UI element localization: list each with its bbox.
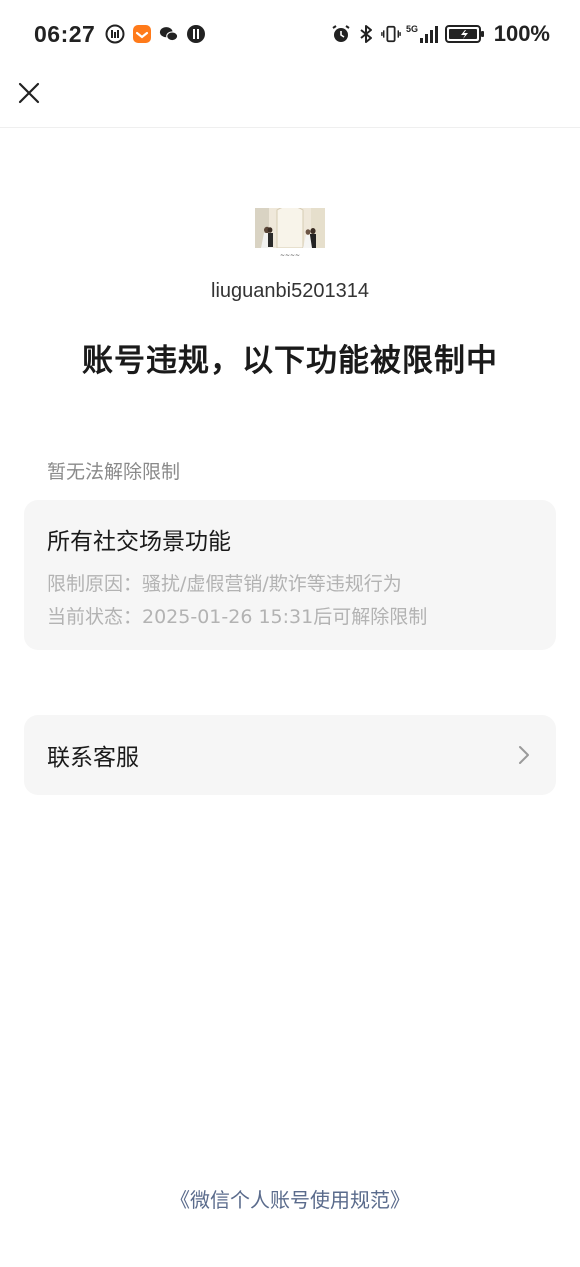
battery-icon xyxy=(444,24,485,44)
svg-text:~~~~: ~~~~ xyxy=(280,252,300,259)
wechat-icon xyxy=(159,24,179,44)
alarm-icon xyxy=(331,24,351,44)
avatar: ~~~~ xyxy=(255,208,325,260)
data-saver-icon xyxy=(105,24,125,44)
restriction-title: 所有社交场景功能 xyxy=(47,529,231,555)
nav-bar xyxy=(0,68,580,128)
svg-text:5G: 5G xyxy=(406,24,418,34)
close-icon xyxy=(18,82,40,104)
restriction-status: 当前状态：2025-01-26 15:31后可解除限制 xyxy=(47,606,428,628)
taobao-icon xyxy=(132,24,152,44)
status-bar-left: 06:27 xyxy=(34,21,213,48)
section-label: 暂无法解除限制 xyxy=(47,461,181,483)
restriction-card: 所有社交场景功能 限制原因：骚扰/虚假营销/欺诈等违规行为 当前状态：2025-… xyxy=(24,500,556,650)
contact-service-button[interactable]: 联系客服 xyxy=(24,715,556,795)
restriction-reason: 限制原因：骚扰/虚假营销/欺诈等违规行为 xyxy=(47,573,402,595)
status-bar-right: 5G 100% xyxy=(331,21,550,47)
username: liuguanbi5201314 xyxy=(211,280,369,302)
chevron-right-icon xyxy=(517,744,533,766)
contact-service-label: 联系客服 xyxy=(47,745,139,771)
signal-5g-icon: 5G xyxy=(406,24,440,44)
status-time: 06:27 xyxy=(34,20,96,47)
account-usage-policy-link[interactable]: 《微信个人账号使用规范》 xyxy=(0,1184,580,1213)
page-title: 账号违规，以下功能被限制中 xyxy=(82,343,498,379)
notification-icon xyxy=(186,24,206,44)
battery-percentage: 100% xyxy=(493,21,550,46)
close-button[interactable] xyxy=(12,76,46,110)
status-bar: 06:27 5G 100% xyxy=(0,0,580,68)
vibrate-icon xyxy=(380,24,401,44)
bluetooth-icon xyxy=(356,24,376,44)
